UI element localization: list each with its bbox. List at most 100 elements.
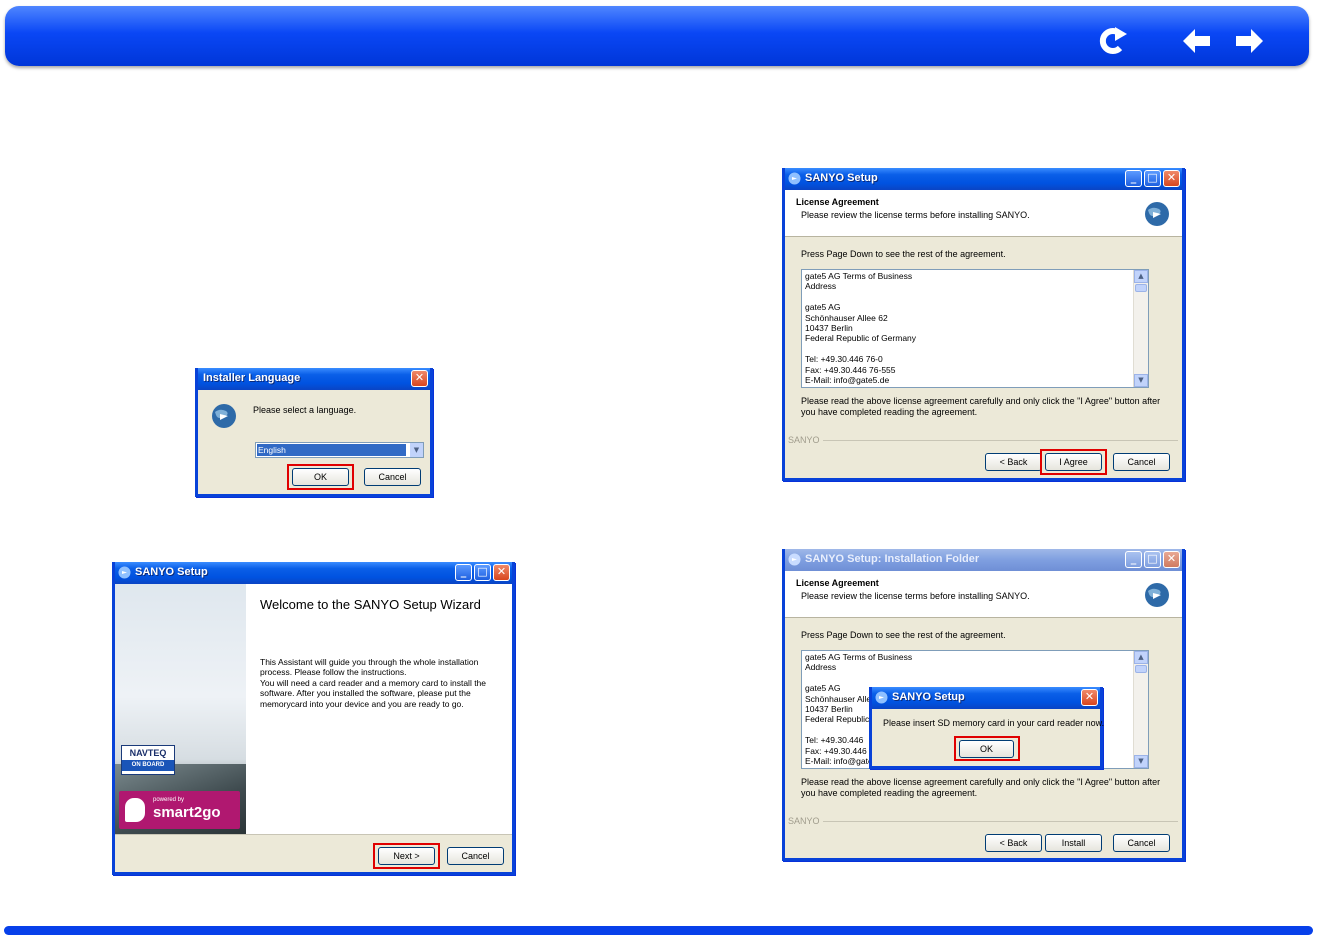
divider	[115, 834, 512, 835]
scroll-thumb[interactable]	[1135, 284, 1147, 292]
license-line: gate5 AG	[805, 302, 841, 313]
popup-title: SANYO Setup	[892, 691, 965, 703]
license-text-box[interactable]: gate5 AG Terms of Business Address gate5…	[801, 269, 1149, 388]
highlight-box	[954, 736, 1020, 761]
insert-card-popup: SANYO Setup ✕ Please insert SD memory ca…	[869, 687, 1105, 769]
installer-globe-icon	[212, 404, 236, 428]
navteq-logo: NAVTEQ ON BOARD	[121, 745, 175, 775]
title-bar[interactable]: Installer Language ✕	[198, 368, 430, 390]
footer-text: you have completed reading the agreement…	[801, 788, 978, 798]
title-bar[interactable]: SANYO Setup ✕	[872, 687, 1100, 709]
instruction-text: Press Page Down to see the rest of the a…	[801, 249, 1006, 259]
brand-label: SANYO	[788, 816, 820, 826]
divider	[823, 821, 1178, 822]
navteq-onboard-text: ON BOARD	[122, 760, 174, 771]
minimize-icon[interactable]: _	[1125, 551, 1142, 568]
title-bar[interactable]: SANYO Setup _ □ ✕	[785, 168, 1182, 190]
license-line	[805, 673, 912, 683]
welcome-wizard-dialog: SANYO Setup _ □ ✕ NAVTEQ ON BOARD powere…	[112, 562, 515, 875]
brand-label: SANYO	[788, 435, 820, 445]
wizard-side-panel: NAVTEQ ON BOARD powered by smart2go	[115, 584, 246, 834]
header-subtitle: Please review the license terms before i…	[801, 210, 1030, 220]
close-icon[interactable]: ✕	[1081, 689, 1098, 706]
scroll-up-icon[interactable]: ▲	[1134, 651, 1148, 664]
smart2go-powered-text: powered by	[153, 797, 185, 803]
chevron-down-icon[interactable]: ▼	[410, 443, 423, 457]
dialog-title: SANYO Setup	[135, 566, 208, 578]
minimize-icon[interactable]: _	[1125, 170, 1142, 187]
license-line	[805, 344, 916, 354]
body-line: software. After you installed the softwa…	[260, 688, 471, 699]
body-line: process. Please follow the instructions.	[260, 667, 407, 678]
scrollbar[interactable]: ▲ ▼	[1133, 270, 1148, 387]
license-line: Schönhauser Allee 62	[805, 312, 888, 323]
maximize-icon[interactable]: □	[474, 564, 491, 581]
install-button[interactable]: Install	[1045, 834, 1102, 852]
setup-app-icon	[875, 691, 888, 704]
maximize-icon[interactable]: □	[1144, 170, 1161, 187]
license-line: Address	[805, 662, 837, 673]
bottom-bar	[4, 926, 1313, 935]
welcome-body: This Assistant will guide you through th…	[260, 657, 486, 709]
license-agreement-dialog: SANYO Setup _ □ ✕ License Agreement Plea…	[782, 168, 1185, 481]
cancel-button[interactable]: Cancel	[447, 847, 504, 865]
smart2go-logo: powered by smart2go	[119, 791, 240, 829]
setup-app-icon	[788, 553, 801, 566]
license-text: gate5 AG Terms of Business Address gate5…	[805, 271, 916, 385]
back-button[interactable]: < Back	[985, 834, 1042, 852]
language-select[interactable]: English ▼	[255, 442, 424, 458]
scroll-down-icon[interactable]: ▼	[1134, 755, 1148, 768]
body-line: memorycard into your device and you are …	[260, 698, 464, 709]
back-button[interactable]: < Back	[985, 453, 1042, 471]
back-to-top-icon[interactable]	[1098, 25, 1130, 57]
close-icon[interactable]: ✕	[493, 564, 510, 581]
close-icon[interactable]: ✕	[411, 370, 428, 387]
license-line: 10437 Berlin	[805, 322, 853, 333]
dialog-title: SANYO Setup: Installation Folder	[805, 553, 980, 565]
smart2go-text: smart2go	[153, 804, 221, 821]
license-line: Federal Republic of Germany	[805, 333, 917, 344]
scroll-down-icon[interactable]: ▼	[1134, 374, 1148, 387]
highlight-box	[1040, 449, 1107, 475]
body-line: This Assistant will guide you through th…	[260, 657, 479, 667]
license-line: Address	[805, 281, 837, 292]
header-subtitle: Please review the license terms before i…	[801, 591, 1030, 601]
license-line: Tel: +49.30.446 76-0	[805, 354, 883, 365]
title-bar[interactable]: SANYO Setup _ □ ✕	[115, 562, 512, 584]
scrollbar[interactable]: ▲ ▼	[1133, 651, 1148, 768]
instruction-text: Press Page Down to see the rest of the a…	[801, 630, 1006, 640]
close-icon[interactable]: ✕	[1163, 551, 1180, 568]
dialog-header: License Agreement Please review the lice…	[785, 571, 1182, 618]
smart2go-mark	[125, 798, 145, 822]
previous-page-icon[interactable]	[1181, 25, 1213, 57]
scroll-up-icon[interactable]: ▲	[1134, 270, 1148, 283]
next-page-icon[interactable]	[1233, 25, 1265, 57]
popup-message: Please insert SD memory card in your car…	[883, 718, 1105, 728]
cancel-button[interactable]: Cancel	[364, 468, 421, 486]
body-line: You will need a card reader and a memory…	[260, 677, 487, 688]
dialog-title: SANYO Setup	[805, 172, 878, 184]
license-line: gate5 AG Terms of Business	[805, 652, 913, 662]
license-line: gate5 AG Terms of Business	[805, 271, 913, 281]
dialog-title: Installer Language	[203, 372, 301, 384]
installer-globe-icon	[1145, 202, 1169, 226]
close-icon[interactable]: ✕	[1163, 170, 1180, 187]
cancel-button[interactable]: Cancel	[1113, 453, 1170, 471]
language-prompt: Please select a language.	[253, 405, 357, 415]
selected-language: English	[257, 444, 406, 456]
installer-language-dialog: Installer Language ✕ Please select a lan…	[195, 368, 433, 497]
setup-app-icon	[118, 566, 131, 579]
maximize-icon[interactable]: □	[1144, 551, 1161, 568]
navteq-text: NAVTEQ	[129, 748, 167, 758]
highlight-box	[287, 464, 354, 490]
welcome-heading: Welcome to the SANYO Setup Wizard	[260, 597, 481, 612]
footer-text: you have completed reading the agreement…	[801, 407, 978, 417]
cancel-button[interactable]: Cancel	[1113, 834, 1170, 852]
title-bar-inactive[interactable]: SANYO Setup: Installation Folder _ □ ✕	[785, 549, 1182, 571]
top-navigation-bar	[5, 6, 1309, 66]
wizard-content: Welcome to the SANYO Setup Wizard This A…	[246, 584, 512, 834]
scroll-thumb[interactable]	[1135, 665, 1147, 673]
installer-globe-icon	[1145, 583, 1169, 607]
footer-text: Please read the above license agreement …	[801, 777, 1161, 787]
minimize-icon[interactable]: _	[455, 564, 472, 581]
